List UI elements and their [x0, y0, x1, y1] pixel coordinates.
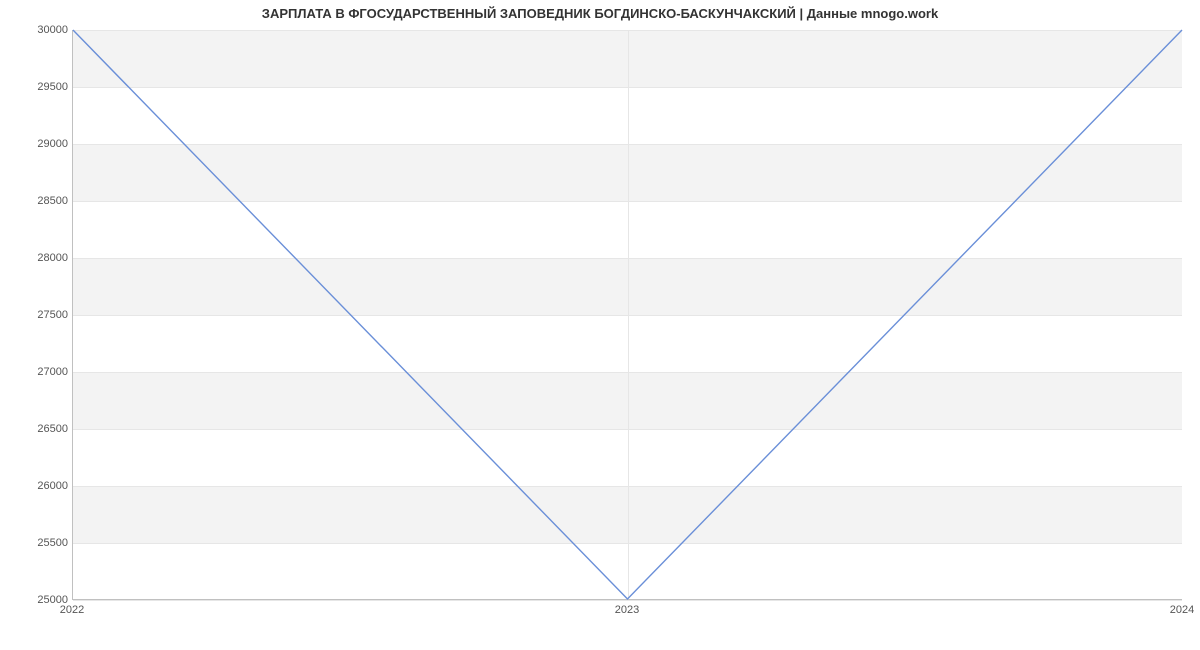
- y-tick-label: 25500: [8, 537, 68, 549]
- line-series: [73, 30, 1182, 599]
- y-tick-label: 26000: [8, 480, 68, 492]
- y-tick-label: 26500: [8, 423, 68, 435]
- y-tick-label: 28500: [8, 195, 68, 207]
- x-tick-label: 2024: [1170, 604, 1194, 616]
- plot-area: [72, 30, 1182, 600]
- y-tick-label: 29500: [8, 81, 68, 93]
- y-tick-label: 27500: [8, 309, 68, 321]
- y-tick-label: 27000: [8, 366, 68, 378]
- salary-line-chart: ЗАРПЛАТА В ФГОСУДАРСТВЕННЫЙ ЗАПОВЕДНИК Б…: [0, 0, 1200, 650]
- x-tick-label: 2023: [615, 604, 639, 616]
- y-gridline: [73, 600, 1182, 601]
- y-tick-label: 29000: [8, 138, 68, 150]
- chart-title: ЗАРПЛАТА В ФГОСУДАРСТВЕННЫЙ ЗАПОВЕДНИК Б…: [0, 6, 1200, 21]
- x-tick-label: 2022: [60, 604, 84, 616]
- y-tick-label: 28000: [8, 252, 68, 264]
- y-tick-label: 30000: [8, 24, 68, 36]
